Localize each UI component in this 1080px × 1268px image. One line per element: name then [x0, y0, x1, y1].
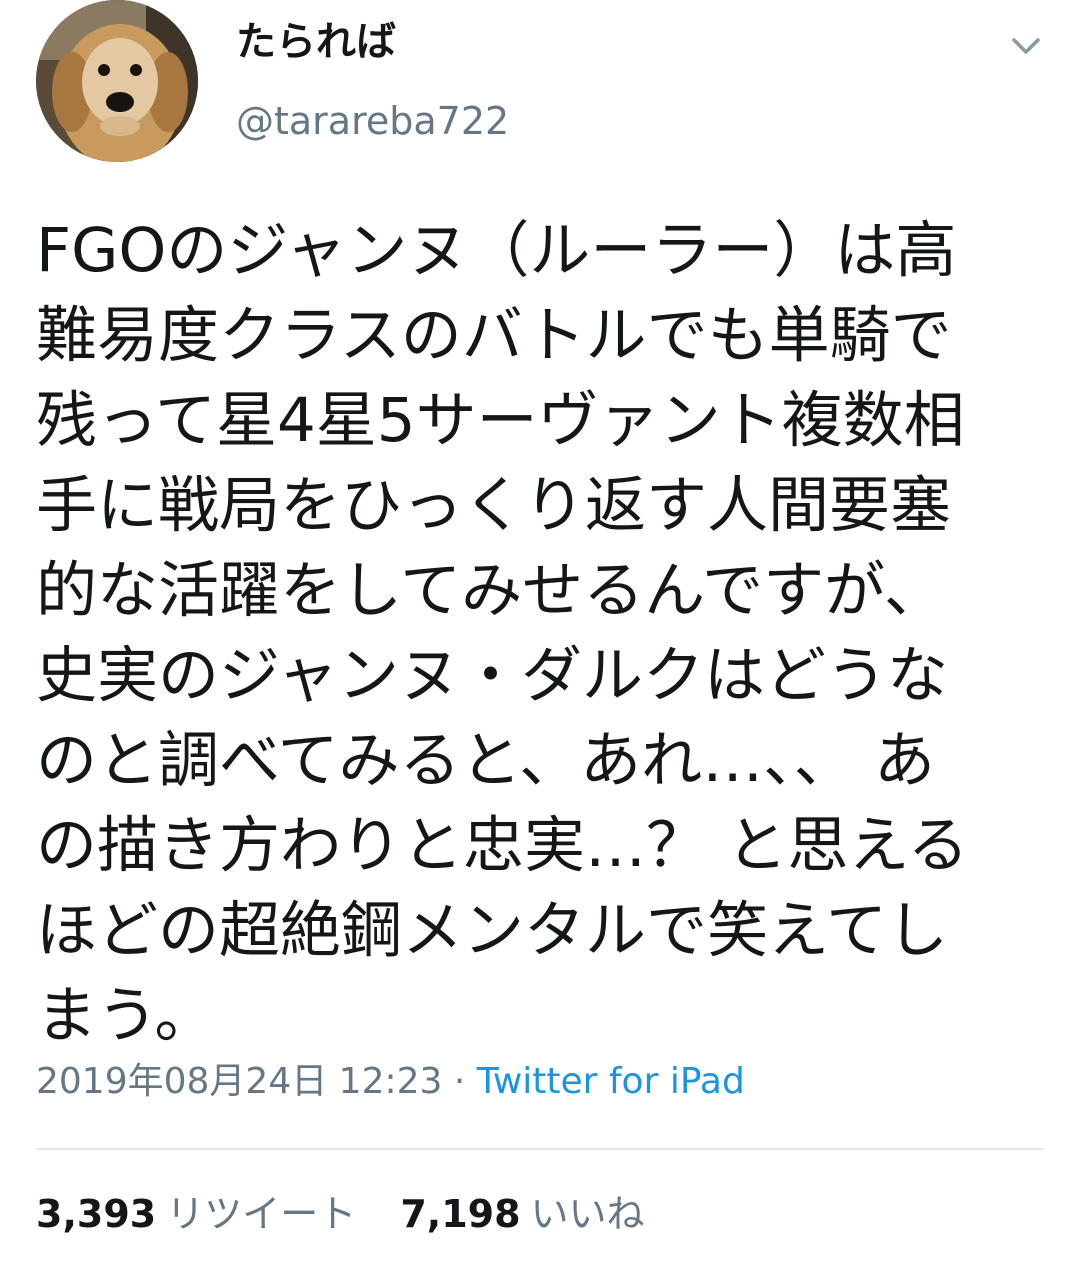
tweet-header: たられば @tarareba722 [36, 0, 1046, 170]
retweets-label: リツイート [166, 1192, 357, 1236]
tweet-timestamp[interactable]: 2019年08月24日 12:23 [36, 1061, 442, 1102]
likes-label: いいね [530, 1192, 645, 1236]
chevron-down-icon[interactable] [1006, 28, 1046, 64]
tweet-meta: 2019年08月24日 12:23 · Twitter for iPad [36, 1052, 745, 1112]
display-name[interactable]: たられば [236, 14, 396, 70]
likes-stat[interactable]: 7,198 いいね [400, 1184, 644, 1244]
retweets-count: 3,393 [36, 1192, 157, 1236]
user-handle[interactable]: @tarareba722 [236, 96, 509, 146]
likes-count: 7,198 [400, 1192, 521, 1236]
dog-avatar-icon[interactable] [36, 0, 198, 162]
meta-separator: · [442, 1061, 477, 1102]
tweet-source-link[interactable]: Twitter for iPad [477, 1061, 745, 1102]
divider [36, 1148, 1044, 1150]
tweet-text: FGOのジャンヌ（ルーラー）は高 難易度クラスのバトルでも単騎で 残って星4星5… [36, 215, 969, 1051]
tweet-stats: 3,393 リツイート 7,198 いいね [36, 1184, 677, 1244]
retweets-stat[interactable]: 3,393 リツイート [36, 1184, 356, 1244]
